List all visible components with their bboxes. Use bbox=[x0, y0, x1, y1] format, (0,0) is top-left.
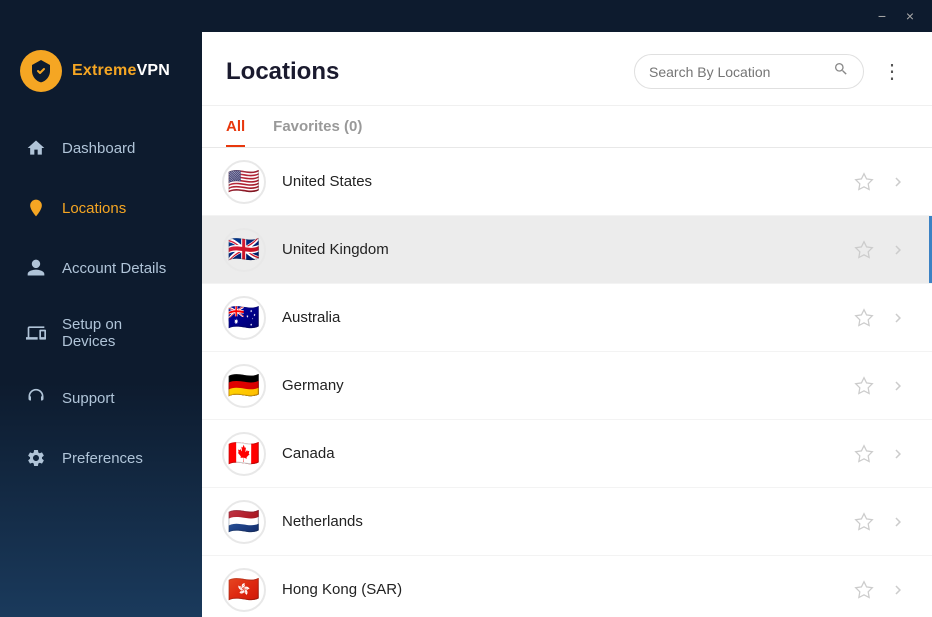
logo-area: ExtremeVPN bbox=[0, 32, 202, 114]
sidebar-item-dashboard[interactable]: Dashboard bbox=[0, 118, 202, 178]
close-button[interactable]: × bbox=[896, 2, 924, 30]
tab-favorites[interactable]: Favorites (0) bbox=[273, 118, 362, 147]
location-name-ca: Canada bbox=[282, 445, 850, 462]
favorite-button-nl[interactable] bbox=[850, 508, 878, 536]
search-box bbox=[634, 54, 864, 89]
gear-icon bbox=[24, 446, 48, 470]
home-icon bbox=[24, 136, 48, 160]
location-row-de[interactable]: 🇩🇪 Germany bbox=[202, 352, 932, 420]
location-name-nl: Netherlands bbox=[282, 513, 850, 530]
minimize-button[interactable]: − bbox=[868, 2, 896, 30]
main-header: Locations ⋮ bbox=[202, 32, 932, 106]
location-actions-au bbox=[850, 304, 912, 332]
flag-ca: 🇨🇦 bbox=[222, 432, 266, 476]
location-actions-us bbox=[850, 168, 912, 196]
devices-icon bbox=[24, 321, 48, 345]
favorite-button-hk[interactable] bbox=[850, 576, 878, 604]
search-input[interactable] bbox=[649, 64, 825, 80]
location-row-hk[interactable]: 🇭🇰 Hong Kong (SAR) bbox=[202, 556, 932, 617]
sidebar-item-setup[interactable]: Setup on Devices bbox=[0, 298, 202, 368]
favorite-button-uk[interactable] bbox=[850, 236, 878, 264]
sidebar: ExtremeVPN Dashboard Locations bbox=[0, 32, 202, 617]
sidebar-nav: Dashboard Locations Account Details bbox=[0, 114, 202, 617]
location-actions-ca bbox=[850, 440, 912, 468]
location-list: 🇺🇸 United States 🇬🇧 United Kingdom 🇦🇺 Au… bbox=[202, 148, 932, 617]
expand-button-uk[interactable] bbox=[884, 236, 912, 264]
sidebar-item-account[interactable]: Account Details bbox=[0, 238, 202, 298]
flag-hk: 🇭🇰 bbox=[222, 568, 266, 612]
expand-button-ca[interactable] bbox=[884, 440, 912, 468]
flag-nl: 🇳🇱 bbox=[222, 500, 266, 544]
location-actions-uk bbox=[850, 236, 912, 264]
location-actions-de bbox=[850, 372, 912, 400]
location-row-nl[interactable]: 🇳🇱 Netherlands bbox=[202, 488, 932, 556]
sidebar-item-locations[interactable]: Locations bbox=[0, 178, 202, 238]
search-icon[interactable] bbox=[833, 61, 849, 82]
sidebar-dashboard-label: Dashboard bbox=[62, 140, 135, 157]
location-name-hk: Hong Kong (SAR) bbox=[282, 581, 850, 598]
location-name-au: Australia bbox=[282, 309, 850, 326]
sidebar-preferences-label: Preferences bbox=[62, 450, 143, 467]
flag-uk: 🇬🇧 bbox=[222, 228, 266, 272]
favorite-button-de[interactable] bbox=[850, 372, 878, 400]
tab-all[interactable]: All bbox=[226, 118, 245, 147]
main-content: Locations ⋮ All Favorites (0) 🇺🇸 United … bbox=[202, 32, 932, 617]
header-right: ⋮ bbox=[634, 54, 908, 89]
sidebar-item-support[interactable]: Support bbox=[0, 368, 202, 428]
location-icon bbox=[24, 196, 48, 220]
location-name-de: Germany bbox=[282, 377, 850, 394]
flag-de: 🇩🇪 bbox=[222, 364, 266, 408]
expand-button-us[interactable] bbox=[884, 168, 912, 196]
expand-button-hk[interactable] bbox=[884, 576, 912, 604]
location-name-us: United States bbox=[282, 173, 850, 190]
logo-icon bbox=[20, 50, 62, 92]
location-row-au[interactable]: 🇦🇺 Australia bbox=[202, 284, 932, 352]
location-row-uk[interactable]: 🇬🇧 United Kingdom bbox=[202, 216, 932, 284]
sidebar-account-label: Account Details bbox=[62, 260, 166, 277]
tabs: All Favorites (0) bbox=[202, 106, 932, 148]
favorite-button-ca[interactable] bbox=[850, 440, 878, 468]
location-actions-hk bbox=[850, 576, 912, 604]
headset-icon bbox=[24, 386, 48, 410]
expand-button-de[interactable] bbox=[884, 372, 912, 400]
flag-au: 🇦🇺 bbox=[222, 296, 266, 340]
location-row-ca[interactable]: 🇨🇦 Canada bbox=[202, 420, 932, 488]
location-name-uk: United Kingdom bbox=[282, 241, 850, 258]
favorite-button-us[interactable] bbox=[850, 168, 878, 196]
location-actions-nl bbox=[850, 508, 912, 536]
favorite-button-au[interactable] bbox=[850, 304, 878, 332]
title-bar: − × bbox=[0, 0, 932, 32]
expand-button-nl[interactable] bbox=[884, 508, 912, 536]
sidebar-locations-label: Locations bbox=[62, 200, 126, 217]
page-title: Locations bbox=[226, 58, 339, 86]
sidebar-item-preferences[interactable]: Preferences bbox=[0, 428, 202, 488]
person-icon bbox=[24, 256, 48, 280]
flag-us: 🇺🇸 bbox=[222, 160, 266, 204]
location-row-us[interactable]: 🇺🇸 United States bbox=[202, 148, 932, 216]
expand-button-au[interactable] bbox=[884, 304, 912, 332]
logo-text: ExtremeVPN bbox=[72, 62, 170, 80]
sidebar-setup-label: Setup on Devices bbox=[62, 316, 178, 350]
app-body: ExtremeVPN Dashboard Locations bbox=[0, 32, 932, 617]
sidebar-support-label: Support bbox=[62, 390, 115, 407]
more-options-button[interactable]: ⋮ bbox=[876, 56, 908, 88]
